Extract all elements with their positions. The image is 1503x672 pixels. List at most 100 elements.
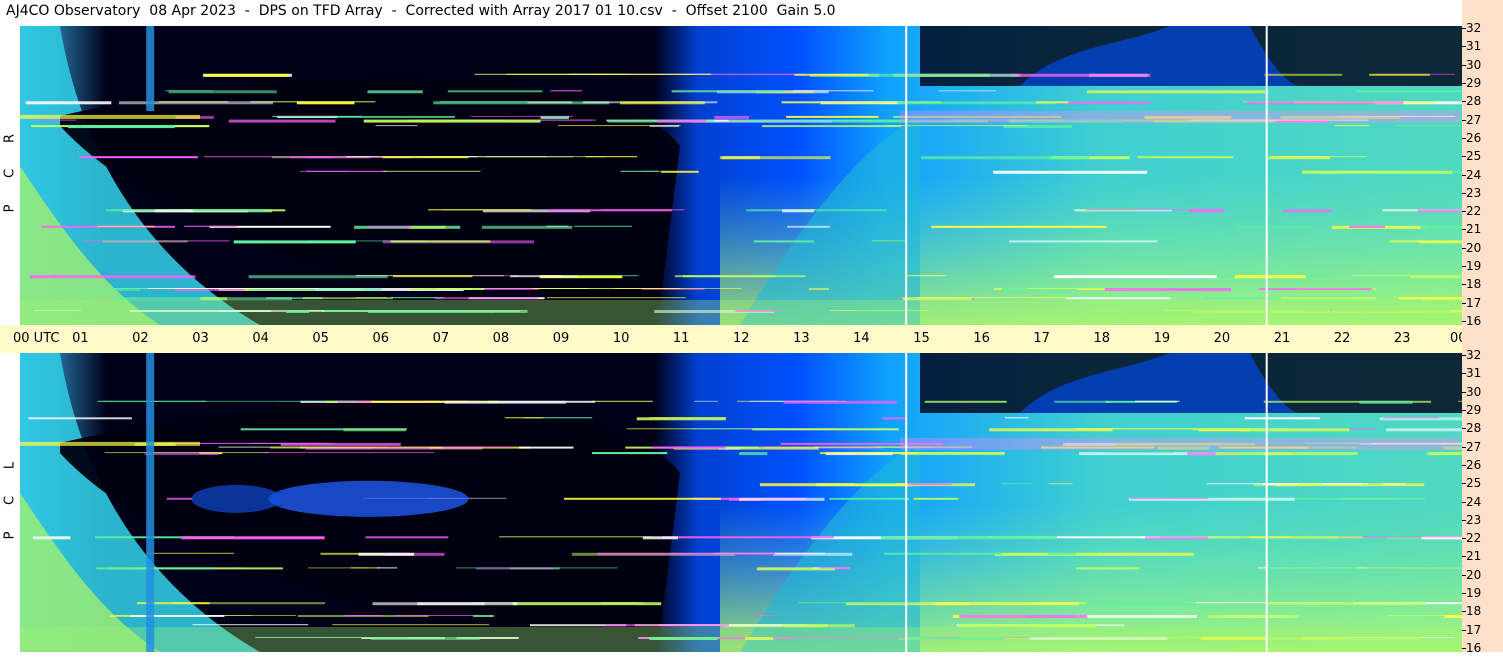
time-tick: 13 [793,331,810,346]
interference-line [913,497,959,500]
interference-line [783,400,897,404]
interference-line [350,567,380,569]
interference-line [1191,428,1289,431]
interference-line [1351,275,1422,277]
interference-line [332,624,490,626]
panel-label-lcp: L C P [0,353,20,652]
interference-line [1369,73,1430,76]
frequency-tick: 30 [1461,57,1482,72]
interference-line [1283,209,1333,213]
panel-label-letter: P [2,531,18,540]
frequency-tick: 19 [1461,259,1482,274]
interference-line [842,73,1019,77]
interference-line [808,288,829,290]
strong-band-27mhz-morning [20,114,200,119]
panel-label-letter: C [2,168,18,179]
interference-line [728,119,908,122]
interference-line [527,101,572,104]
interference-line [1009,240,1158,243]
interference-line [620,101,705,105]
time-tick: 00 UTC [13,331,60,346]
interference-line [1130,497,1208,499]
interference-line [1398,297,1462,300]
interference-line [393,275,473,278]
frequency-tick: 32 [1461,21,1482,35]
interference-line [620,170,659,172]
interference-line [1264,73,1343,76]
interference-line [205,73,289,77]
time-tick: 15 [913,331,930,346]
interference-line [166,497,193,500]
vertical-streak [146,26,155,111]
interference-line [993,170,1148,174]
interference-line [787,225,830,228]
interference-line [651,446,726,449]
vertical-streak [146,353,155,652]
interference-line [409,225,446,229]
interference-line [1027,288,1076,289]
time-tick: 17 [1033,331,1050,346]
interference-line [532,288,681,289]
frequency-tick: 31 [1461,39,1482,54]
interference-line [794,209,816,211]
frequency-tick: 27 [1461,112,1482,127]
interference-line [649,417,727,419]
frequency-tick: 24 [1461,167,1482,182]
interference-line [1383,417,1440,419]
marker-line [905,26,908,325]
time-tick: 10 [612,331,630,346]
interference-line [1104,288,1232,291]
interference-line [1010,73,1151,77]
interference-line [367,90,423,94]
interference-line [1215,452,1358,456]
interference-line [829,497,910,500]
title-bar: AJ4CO Observatory 08 Apr 2023 - DPS on T… [0,0,1462,26]
interference-line [793,90,874,92]
interference-line [931,225,1107,228]
spectrogram-lcp [20,353,1462,652]
interference-line [184,225,238,227]
interference-line [761,125,901,128]
marker-line [1265,26,1268,325]
interference-line [444,400,567,404]
interference-line [428,209,531,211]
strong-band-27mhz-morning [20,441,200,446]
chart-title: AJ4CO Observatory 08 Apr 2023 - DPS on T… [6,3,836,19]
interference-line [574,225,633,227]
interference-line [32,536,71,540]
interference-line [1236,225,1313,228]
interference-line [597,552,775,555]
time-tick: 04 [252,331,269,346]
interference-line [1001,483,1032,485]
time-tick: 21 [1273,331,1291,346]
interference-line [272,115,362,117]
interference-line [1208,615,1299,618]
interference-line [563,497,721,500]
time-tick: 19 [1153,331,1171,346]
spectrogram-canvas [20,26,1462,325]
time-tick: 16 [973,331,990,346]
interference-line [1338,497,1425,500]
interference-line [471,115,573,117]
low-frequency-band [20,627,1462,652]
interference-line [96,567,215,570]
interference-line [820,452,918,455]
frequency-tick: 17 [1461,622,1482,637]
interference-line [1427,452,1462,456]
interference-line [880,536,1058,540]
frequency-tick: 28 [1461,421,1482,436]
interference-line [671,90,785,93]
interference-line [547,209,672,212]
time-tick: 14 [853,331,870,346]
interference-line [600,602,644,605]
interference-line [1137,156,1234,159]
frequency-tick: 32 [1461,348,1482,362]
interference-line [1355,90,1462,93]
frequency-tick: 29 [1461,402,1482,417]
interference-line [591,400,653,402]
interference-line [375,125,418,127]
interference-line [181,536,325,540]
frequency-tick: 26 [1461,457,1482,472]
marker-line [905,353,908,652]
interference-line [1086,209,1208,211]
